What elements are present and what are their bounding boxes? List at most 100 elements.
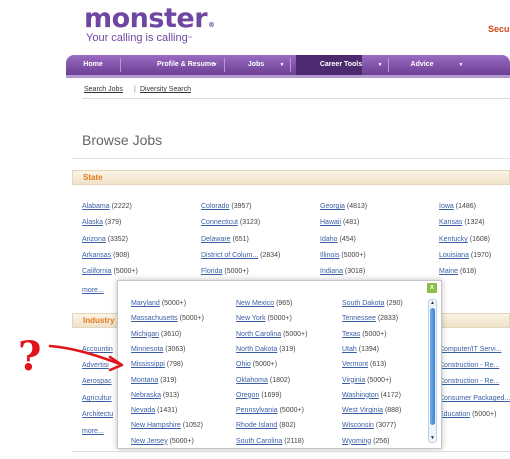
link-label[interactable]: Vermont <box>342 361 368 368</box>
link-item[interactable]: Oregon (1699) <box>236 391 282 400</box>
link-item[interactable]: California (5000+) <box>82 267 138 276</box>
link-label[interactable]: Consumer Packaged... <box>439 395 510 402</box>
link-label[interactable]: Georgia <box>320 203 345 210</box>
link-item[interactable]: South Dakota (290) <box>342 299 403 308</box>
link-item[interactable]: Maryland (5000+) <box>131 299 186 308</box>
link-label[interactable]: Hawaii <box>320 219 341 226</box>
link-label[interactable]: District of Colum... <box>201 252 258 259</box>
link-item[interactable]: Nevada (1431) <box>131 406 177 415</box>
link-item[interactable]: Montana (319) <box>131 376 177 385</box>
link-item[interactable]: Florida (5000+) <box>201 267 249 276</box>
link-item[interactable]: New Jersey (5000+) <box>131 437 194 446</box>
link-label[interactable]: South Carolina <box>236 438 282 445</box>
link-item[interactable]: Connecticut (3123) <box>201 218 260 227</box>
link-item[interactable]: Texas (5000+) <box>342 330 387 339</box>
link-item[interactable]: Alabama (2222) <box>82 202 132 211</box>
link-label[interactable]: Education <box>439 411 470 418</box>
link-label[interactable]: Washington <box>342 392 379 399</box>
link-item[interactable]: Ohio (5000+) <box>236 360 277 369</box>
nav-jobs[interactable]: Jobs <box>236 55 276 75</box>
link-label[interactable]: Connecticut <box>201 219 238 226</box>
link-item[interactable]: Hawaii (481) <box>320 218 359 227</box>
link-label[interactable]: Maine <box>439 268 458 275</box>
industry-link-partial[interactable]: Agricultur <box>82 394 112 403</box>
link-item[interactable]: Rhode Island (802) <box>236 421 296 430</box>
link-item[interactable]: Idaho (454) <box>320 235 356 244</box>
link-item[interactable]: South Carolina (2118) <box>236 437 304 446</box>
link-label[interactable]: Rhode Island <box>236 422 277 429</box>
chevron-down-icon[interactable]: ▼ <box>375 55 385 75</box>
link-item[interactable]: Louisiana (1970) <box>439 251 491 260</box>
link-label[interactable]: Florida <box>201 268 222 275</box>
link-item[interactable]: Massachusetts (5000+) <box>131 314 204 323</box>
link-label[interactable]: Computer/IT Servi... <box>439 346 502 353</box>
link-label[interactable]: Alaska <box>82 219 103 226</box>
link-label[interactable]: North Carolina <box>236 331 281 338</box>
link-label[interactable]: South Dakota <box>342 300 384 307</box>
link-label[interactable]: Illinois <box>320 252 339 259</box>
link-item[interactable]: Michigan (3610) <box>131 330 181 339</box>
link-label[interactable]: Montana <box>131 377 158 384</box>
link-label[interactable]: Virginia <box>342 377 365 384</box>
monster-logo[interactable]: monster® <box>84 4 215 34</box>
link-label[interactable]: Louisiana <box>439 252 469 259</box>
link-item[interactable]: Oklahoma (1802) <box>236 376 290 385</box>
link-item[interactable]: Alaska (379) <box>82 218 121 227</box>
link-label[interactable]: Iowa <box>439 203 454 210</box>
link-label[interactable]: Mississippi <box>131 361 165 368</box>
link-label[interactable]: New Jersey <box>131 438 168 445</box>
link-label[interactable]: Ohio <box>236 361 251 368</box>
link-label[interactable]: Arizona <box>82 236 106 243</box>
nav-advice[interactable]: Advice <box>396 55 448 75</box>
link-item[interactable]: Nebraska (913) <box>131 391 179 400</box>
link-item[interactable]: Minnesota (3063) <box>131 345 185 354</box>
nav-home[interactable]: Home <box>66 55 120 75</box>
link-label[interactable]: North Dakota <box>236 346 277 353</box>
link-item[interactable]: Indiana (3018) <box>320 267 365 276</box>
link-label[interactable]: Nevada <box>131 407 155 414</box>
link-item[interactable]: Kansas (1324) <box>439 218 485 227</box>
nav-career-tools[interactable]: Career Tools <box>301 55 381 75</box>
search-jobs-link[interactable]: Search Jobs <box>84 86 123 93</box>
close-icon[interactable]: x <box>427 283 437 293</box>
link-item[interactable]: Construction - Re... <box>439 377 499 386</box>
link-item[interactable]: West Virginia (888) <box>342 406 401 415</box>
industry-more-link[interactable]: more... <box>82 428 104 435</box>
scroll-up-arrow-icon[interactable]: ▲ <box>429 300 436 307</box>
link-label[interactable]: Construction - Re... <box>439 378 499 385</box>
link-item[interactable]: Delaware (651) <box>201 235 249 244</box>
link-label[interactable]: Minnesota <box>131 346 163 353</box>
link-label[interactable]: Massachusetts <box>131 315 178 322</box>
diversity-search-link[interactable]: Diversity Search <box>140 86 191 93</box>
link-item[interactable]: Consumer Packaged... <box>439 394 510 403</box>
link-item[interactable]: Mississippi (798) <box>131 360 183 369</box>
link-label[interactable]: Texas <box>342 331 360 338</box>
link-item[interactable]: North Dakota (319) <box>236 345 296 354</box>
popup-scrollbar[interactable]: ▲ ▼ <box>428 299 437 443</box>
link-item[interactable]: Education (5000+) <box>439 410 496 419</box>
link-item[interactable]: Wisconsin (3077) <box>342 421 396 430</box>
link-label[interactable]: California <box>82 268 112 275</box>
link-label[interactable]: New Hampshire <box>131 422 181 429</box>
link-item[interactable]: Arkansas (908) <box>82 251 129 260</box>
link-label[interactable]: Kentucky <box>439 236 468 243</box>
chevron-down-icon[interactable]: ▼ <box>277 55 287 75</box>
link-item[interactable]: Iowa (1486) <box>439 202 476 211</box>
state-more-link[interactable]: more... <box>82 287 104 294</box>
link-item[interactable]: Illinois (5000+) <box>320 251 366 260</box>
link-item[interactable]: Kentucky (1608) <box>439 235 490 244</box>
link-item[interactable]: Pennsylvania (5000+) <box>236 406 304 415</box>
link-label[interactable]: Nebraska <box>131 392 161 399</box>
link-label[interactable]: Idaho <box>320 236 338 243</box>
link-label[interactable]: Pennsylvania <box>236 407 278 414</box>
link-item[interactable]: Tennessee (2833) <box>342 314 398 323</box>
link-label[interactable]: Agricultur <box>82 395 112 402</box>
link-label[interactable]: West Virginia <box>342 407 383 414</box>
link-label[interactable]: Construction - Re... <box>439 362 499 369</box>
link-label[interactable]: Tennessee <box>342 315 376 322</box>
link-item[interactable]: New Mexico (965) <box>236 299 292 308</box>
scroll-thumb[interactable] <box>430 308 435 425</box>
link-label[interactable]: Wisconsin <box>342 422 374 429</box>
link-item[interactable]: Colorado (3957) <box>201 202 252 211</box>
link-label[interactable]: Oklahoma <box>236 377 268 384</box>
